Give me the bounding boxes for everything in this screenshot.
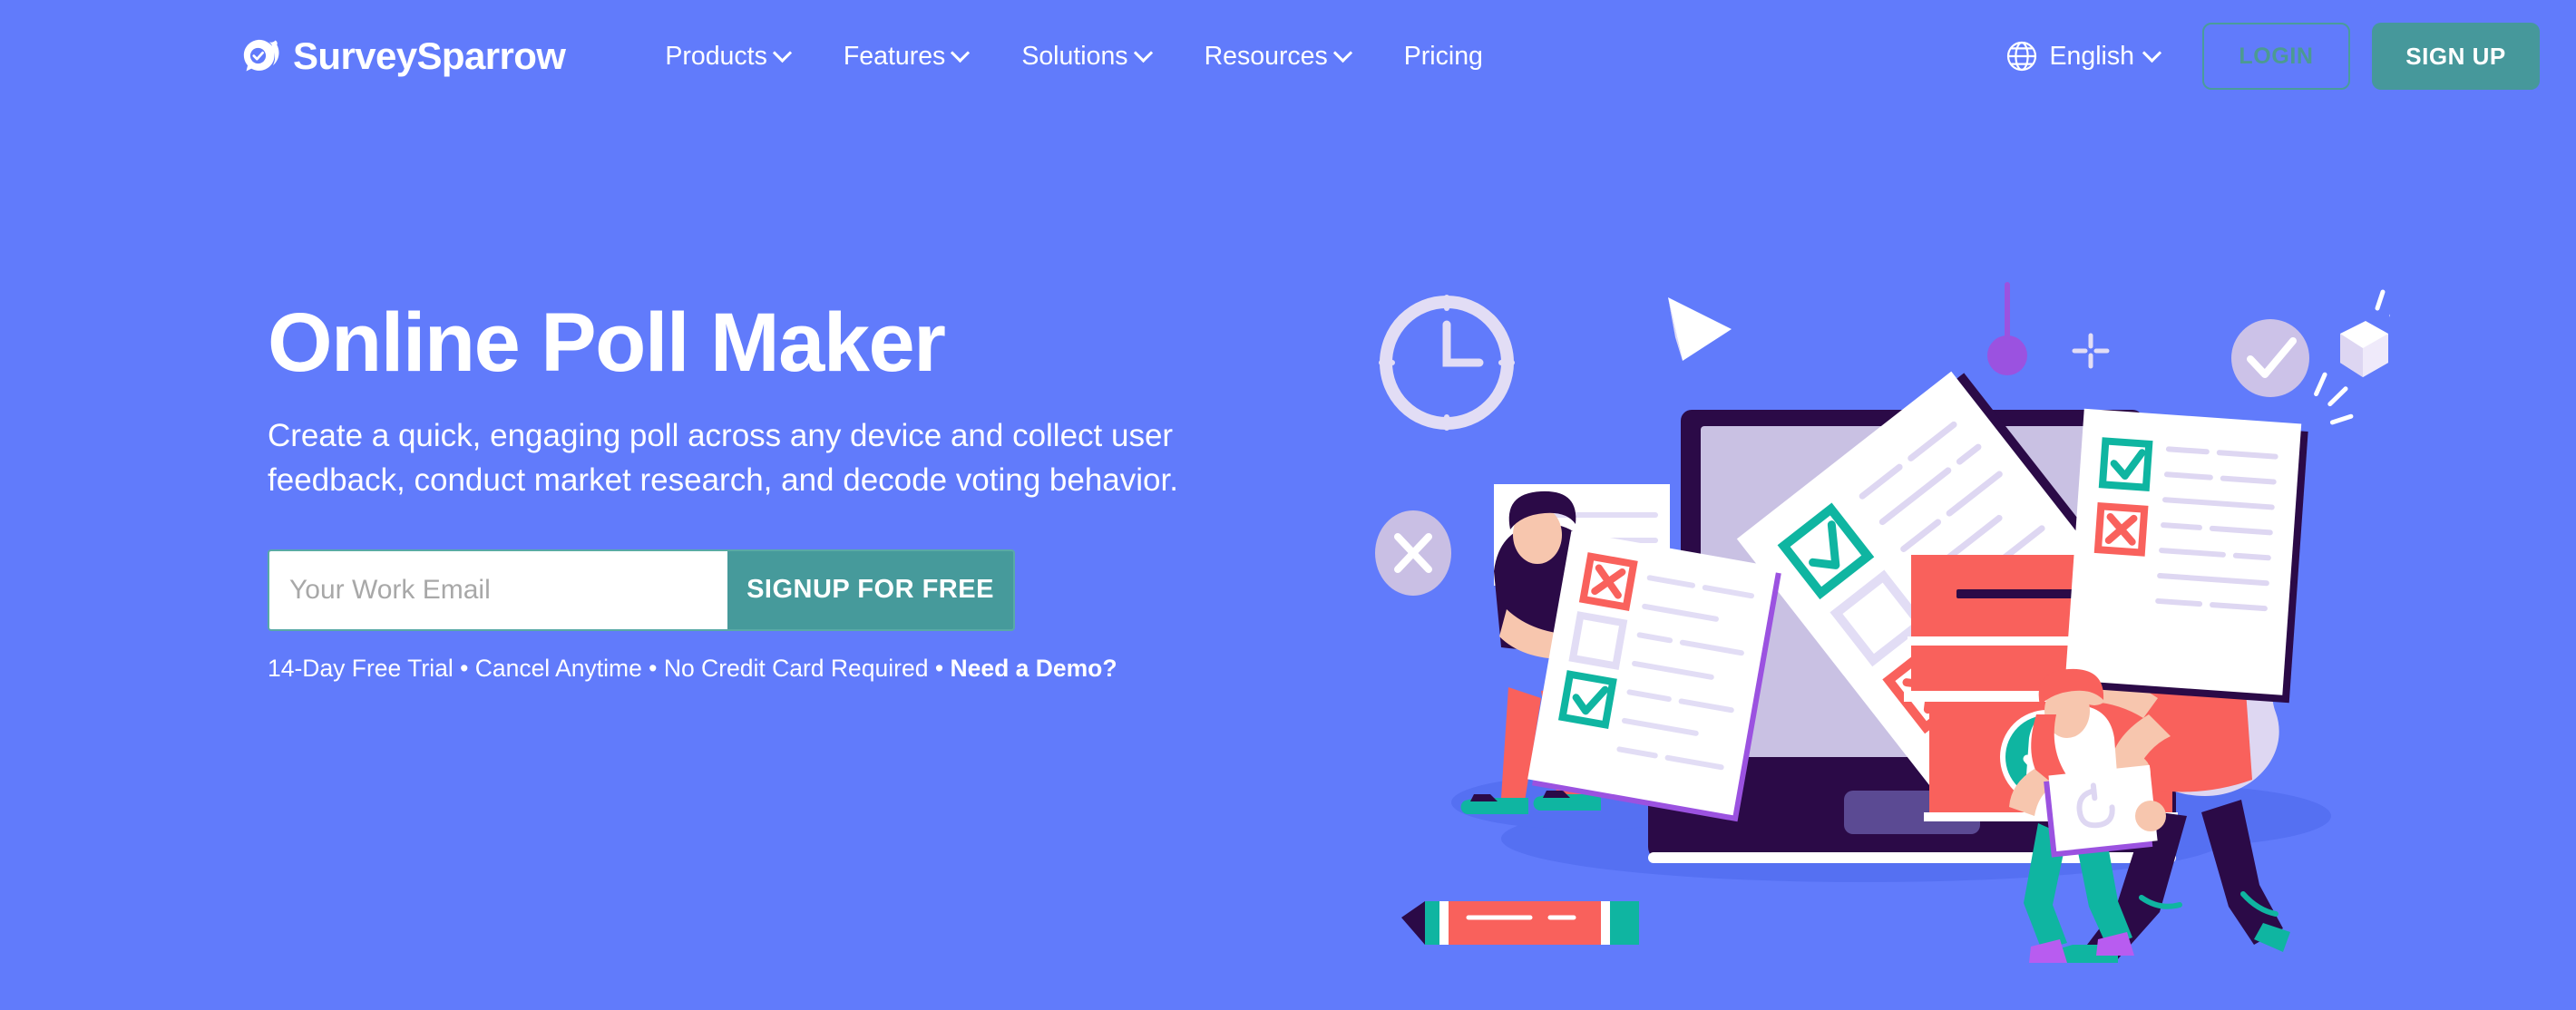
nav-item-resources[interactable]: Resources (1177, 42, 1377, 72)
hero-section: Online Poll Maker Create a quick, engagi… (268, 296, 1265, 683)
hero-subtitle: Create a quick, engaging poll across any… (268, 417, 1178, 498)
nav-item-products[interactable]: Products (638, 42, 815, 72)
email-field[interactable] (269, 550, 727, 629)
brand-name: SurveySparrow (293, 34, 566, 77)
paper-plane-decoration (1668, 297, 1732, 361)
brand-logo[interactable]: SurveySparrow (239, 34, 566, 78)
trial-info: 14-Day Free Trial • Cancel Anytime • No … (268, 655, 1265, 683)
login-button[interactable]: LOGIN (2202, 23, 2350, 90)
site-header: SurveySparrow Products Features Solution… (0, 0, 2576, 112)
nav-label: Solutions (1021, 41, 1128, 71)
cube-decoration (2340, 289, 2390, 377)
check-circle-decoration (2231, 319, 2309, 397)
nav-item-features[interactable]: Features (816, 42, 994, 72)
language-label: English (2049, 41, 2134, 71)
signup-button[interactable]: SIGN UP (2372, 23, 2540, 90)
landing-page: SurveySparrow Products Features Solution… (0, 0, 2576, 1010)
chevron-down-icon (1133, 43, 1153, 63)
clock-decoration (1379, 295, 1515, 431)
nav-item-solutions[interactable]: Solutions (994, 42, 1176, 72)
x-circle-decoration (1375, 510, 1451, 596)
globe-icon (2005, 39, 2039, 73)
signup-form: SIGNUP FOR FREE (268, 549, 1015, 631)
chevron-down-icon (2142, 43, 2162, 63)
nav-label: Products (665, 41, 767, 71)
nav-label: Features (843, 41, 946, 71)
hero-illustration (1356, 272, 2390, 1010)
sparkle-decoration (2072, 333, 2110, 369)
pencil-decoration (1401, 901, 1639, 945)
language-selector[interactable]: English (2005, 39, 2162, 73)
nav-label: Pricing (1403, 41, 1483, 71)
chevron-down-icon (951, 43, 971, 63)
nav-item-pricing[interactable]: Pricing (1377, 42, 1510, 72)
survey-card-left (1527, 530, 1781, 822)
need-a-demo-link[interactable]: Need a Demo? (950, 655, 1117, 682)
nav-label: Resources (1204, 41, 1328, 71)
chevron-down-icon (772, 43, 792, 63)
signup-for-free-button[interactable]: SIGNUP FOR FREE (727, 550, 1013, 629)
primary-navigation: Products Features Solutions Resources Pr… (638, 42, 1510, 72)
chevron-down-icon (1332, 43, 1352, 63)
sparrow-shield-check-icon (239, 35, 280, 77)
header-actions: English LOGIN SIGN UP (2005, 0, 2540, 112)
page-title: Online Poll Maker (268, 296, 946, 389)
trial-text: 14-Day Free Trial • Cancel Anytime • No … (268, 654, 951, 682)
